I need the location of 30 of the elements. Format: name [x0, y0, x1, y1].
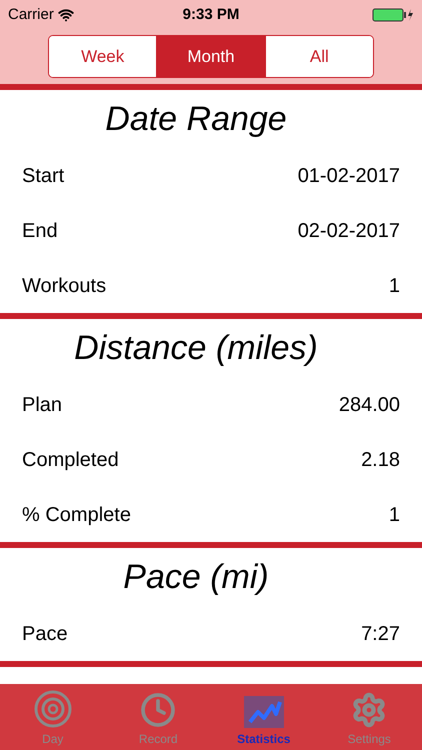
- carrier-label: Carrier: [8, 4, 54, 25]
- section-title: Date Range: [105, 98, 287, 140]
- row-value: 2.18: [361, 448, 400, 472]
- battery-icon: [372, 8, 414, 22]
- row-label: Start: [22, 164, 64, 188]
- row-value: 284.00: [338, 392, 400, 418]
- tab-bar-item[interactable]: Statistics: [211, 684, 316, 750]
- section-title: Distance (miles): [74, 328, 318, 368]
- wifi-icon: [58, 7, 74, 23]
- tab-bar-item[interactable]: Day: [0, 684, 106, 750]
- row-label: Workouts: [22, 274, 106, 298]
- segment-tab[interactable]: All: [264, 36, 373, 77]
- row-label: % Complete: [22, 502, 131, 528]
- row-value: 1: [388, 502, 400, 528]
- row-value: 1: [388, 274, 400, 298]
- row-value: 01-02-2017: [298, 164, 400, 188]
- row-label: Pace: [22, 622, 68, 646]
- row-label: Plan: [22, 392, 62, 418]
- row-label: Completed: [22, 448, 119, 472]
- segment-tab[interactable]: Month: [156, 36, 265, 77]
- row-value: 02-02-2017: [298, 218, 400, 244]
- status-time: 9:33 PM: [182, 4, 240, 25]
- row-value: 7:27: [361, 622, 400, 646]
- row-label: End: [22, 218, 58, 244]
- tab-bar-item[interactable]: Settings: [316, 684, 422, 750]
- tab-bar-item[interactable]: Record: [106, 684, 211, 750]
- clock-icon: [140, 692, 176, 728]
- section-title: Pace (mi): [123, 556, 269, 598]
- target-icon: [34, 690, 72, 728]
- settings-icon: [351, 692, 388, 728]
